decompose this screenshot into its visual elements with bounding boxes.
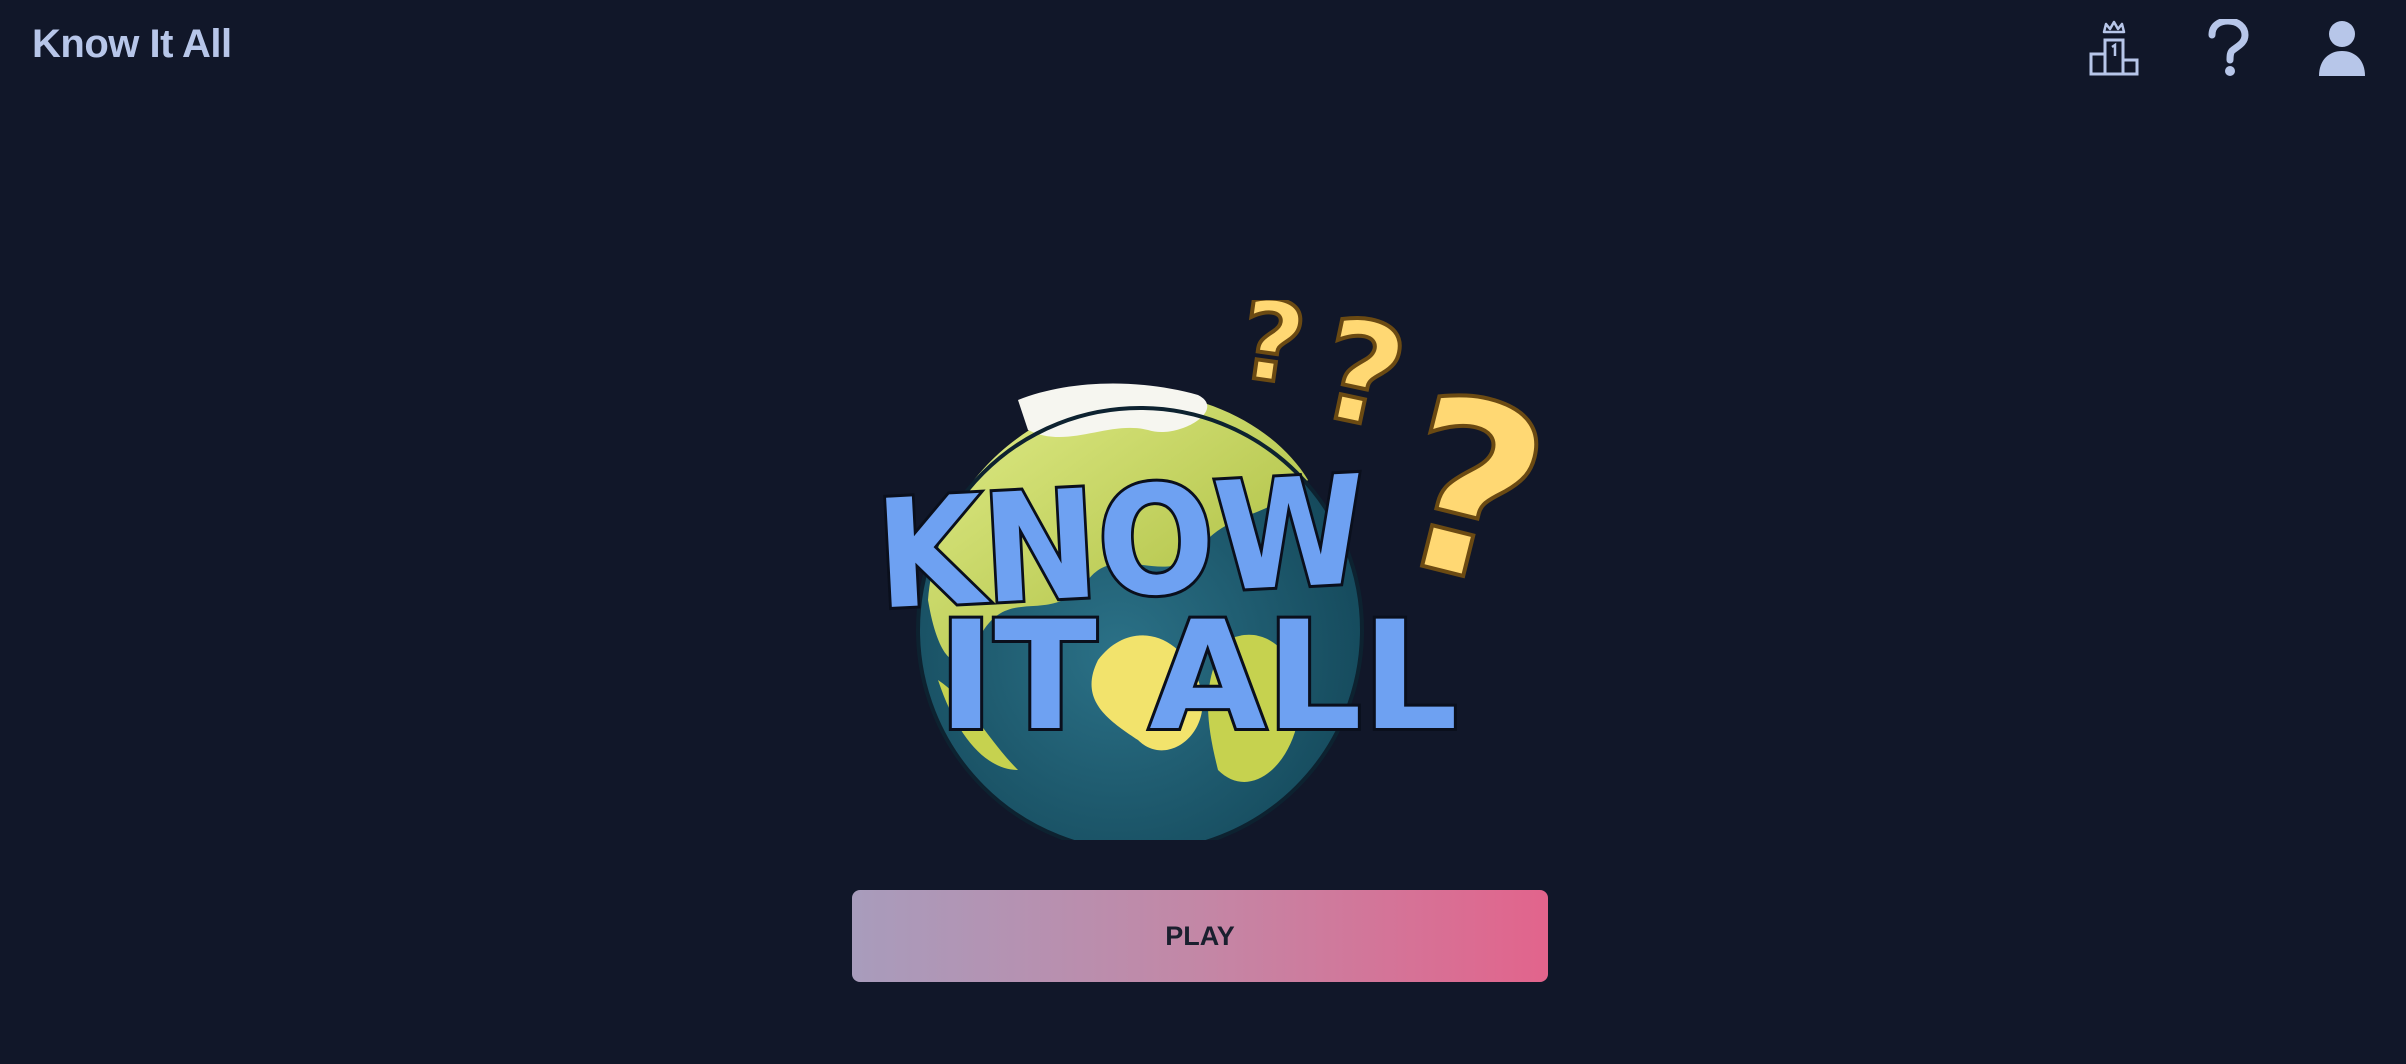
app-title[interactable]: Know It All (32, 22, 232, 67)
help-button[interactable] (2194, 14, 2262, 82)
leaderboard-button[interactable] (2080, 14, 2148, 82)
leaderboard-icon (2089, 20, 2139, 76)
logo-title-line2: IT ALL (938, 590, 1458, 764)
header-nav (2080, 14, 2376, 82)
play-button[interactable]: PLAY (852, 890, 1548, 982)
svg-text:?: ? (1232, 300, 1313, 410)
profile-button[interactable] (2308, 14, 2376, 82)
profile-icon (2319, 21, 2365, 76)
logo-title: KNOW IT ALL (869, 441, 1461, 767)
help-icon (2208, 19, 2249, 76)
game-logo: ? ? ? KNOW IT ALL (869, 300, 1548, 840)
svg-text:?: ? (1305, 300, 1418, 463)
home-screen: Know It All ? ? ? KNOW IT ALL PLAY (0, 0, 2406, 1064)
